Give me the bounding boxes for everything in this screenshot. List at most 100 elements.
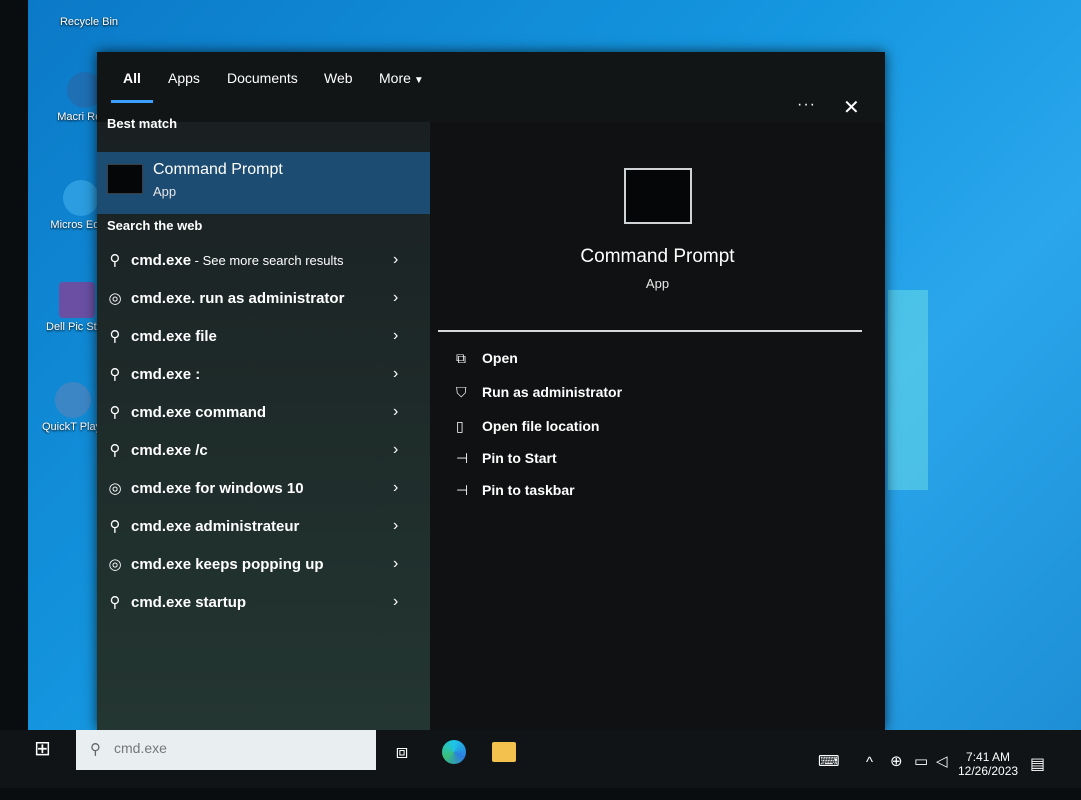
quicktime-icon: [55, 382, 91, 418]
web-result-item[interactable]: ◎ cmd.exe keeps popping up ›: [97, 548, 430, 582]
action-pin-to-taskbar[interactable]: ⊣ Pin to taskbar: [456, 482, 575, 506]
chevron-right-icon[interactable]: ›: [393, 555, 398, 573]
preview-pane: Command Prompt App ⧉ Open ⛉ Run as adminis…: [430, 122, 885, 730]
web-result-text: cmd.exe administrateur: [131, 518, 300, 535]
search-icon: ⚲: [109, 252, 121, 269]
web-result-text: cmd.exe file: [131, 328, 217, 345]
web-result-item[interactable]: ⚲ cmd.exe file ›: [97, 320, 430, 354]
search-panel: All Apps Documents Web More ▼ ··· ✕ Best …: [97, 52, 885, 730]
best-match-title: Command Prompt: [153, 161, 283, 178]
chevron-right-icon[interactable]: ›: [393, 593, 398, 611]
search-icon: ⚲: [109, 594, 121, 611]
preview-subtitle: App: [645, 276, 670, 291]
best-match-item[interactable]: Command Prompt App: [97, 152, 430, 214]
web-result-text: cmd.exe - See more search results: [131, 252, 344, 269]
windows-start-icon[interactable]: ⊞: [34, 736, 64, 766]
task-view-icon[interactable]: ⧈: [388, 738, 416, 766]
open-icon: ⧉: [456, 350, 466, 366]
chevron-right-icon[interactable]: ›: [393, 479, 398, 497]
chevron-up-icon[interactable]: ^: [866, 754, 873, 771]
volume-icon[interactable]: ◁: [936, 752, 948, 770]
search-input[interactable]: cmd.exe: [114, 740, 167, 756]
tab-all[interactable]: All: [123, 70, 141, 86]
search-icon: ⚲: [109, 404, 121, 421]
search-icon: ⚲: [109, 442, 121, 459]
web-result-text: cmd.exe /c: [131, 442, 208, 459]
best-match-subtitle: App: [153, 184, 177, 199]
search-icon: ⚲: [109, 328, 121, 345]
web-result-text: cmd.exe startup: [131, 594, 247, 611]
network-icon[interactable]: ▭: [914, 752, 928, 770]
preview-divider: [438, 330, 862, 332]
file-location-icon: ▯: [456, 418, 464, 434]
tab-more[interactable]: More ▼: [379, 70, 424, 86]
web-result-item[interactable]: ◎ cmd.exe. run as administrator ›: [97, 282, 430, 316]
action-run-as-administrator[interactable]: ⛉ Run as administrator: [456, 384, 622, 408]
search-web-header: Search the web: [107, 218, 203, 233]
search-icon: ⚲: [90, 741, 101, 758]
action-label: Pin to taskbar: [482, 482, 575, 498]
window-glow: [888, 290, 928, 490]
system-clock[interactable]: 7:41 AM 12/26/2023: [958, 750, 1018, 778]
taskbar-search-box[interactable]: ⚲ cmd.exe: [76, 730, 376, 770]
active-tab-indicator: [111, 100, 153, 103]
best-match-header: Best match: [107, 116, 178, 131]
web-result-item[interactable]: ⚲ cmd.exe command ›: [97, 396, 430, 430]
taskbar: ⊞ ⚲ cmd.exe ⧈ ⌨ ^ ⊕ ▭ ◁ 7:41 AM 12/26/20…: [0, 730, 1081, 788]
web-result-item[interactable]: ⚲ cmd.exe startup ›: [97, 586, 430, 620]
search-icon: ⚲: [109, 366, 121, 383]
web-result-text: cmd.exe. run as administrator: [131, 290, 345, 307]
command-prompt-large-icon: [624, 168, 692, 224]
ellipsis-icon[interactable]: ···: [797, 96, 816, 114]
web-result-item[interactable]: ◎ cmd.exe for windows 10 ›: [97, 472, 430, 506]
tab-web[interactable]: Web: [324, 70, 353, 86]
web-result-item[interactable]: ⚲ cmd.exe - See more search results ›: [97, 244, 430, 278]
chevron-right-icon[interactable]: ›: [393, 327, 398, 345]
pin-icon: ⊣: [456, 450, 469, 466]
web-result-item[interactable]: ⚲ cmd.exe : ›: [97, 358, 430, 392]
shield-icon: ⛉: [456, 384, 467, 400]
notification-icon[interactable]: ▤: [1030, 754, 1054, 776]
web-result-text: cmd.exe :: [131, 366, 201, 383]
desktop-icon-quicktime[interactable]: QuickT Playe: [42, 382, 104, 434]
clock-date: 12/26/2023: [958, 764, 1019, 778]
desktop-icon-label: Recycle Bin: [59, 16, 119, 28]
action-label: Open: [482, 350, 518, 366]
web-result-text: cmd.exe command: [131, 404, 267, 421]
chevron-right-icon[interactable]: ›: [393, 441, 398, 459]
command-prompt-icon: [107, 164, 143, 194]
tab-apps[interactable]: Apps: [168, 70, 200, 86]
web-result-item[interactable]: ⚲ cmd.exe administrateur ›: [97, 510, 430, 544]
edge-taskbar-icon[interactable]: [440, 738, 468, 766]
caret-down-icon: ▼: [413, 75, 424, 86]
preview-title: Command Prompt: [580, 246, 735, 267]
close-icon[interactable]: ✕: [843, 98, 860, 118]
folder-icon: [492, 742, 516, 762]
file-explorer-icon[interactable]: [490, 738, 518, 766]
tab-documents[interactable]: Documents: [227, 70, 298, 86]
action-label: Pin to Start: [482, 450, 557, 466]
pin-icon: ⊣: [456, 482, 469, 498]
web-result-text: cmd.exe for windows 10: [131, 480, 304, 497]
web-history-icon: ◎: [108, 480, 122, 497]
chevron-right-icon[interactable]: ›: [393, 365, 398, 383]
action-pin-to-start[interactable]: ⊣ Pin to Start: [456, 450, 557, 474]
chevron-right-icon[interactable]: ›: [393, 251, 398, 269]
web-result-item[interactable]: ⚲ cmd.exe /c ›: [97, 434, 430, 468]
chevron-right-icon[interactable]: ›: [393, 289, 398, 307]
action-open[interactable]: ⧉ Open: [456, 350, 518, 374]
chevron-right-icon[interactable]: ›: [393, 517, 398, 535]
desktop-icon-recycle-bin[interactable]: Recycle Bin: [58, 0, 120, 29]
web-history-icon: ◎: [108, 556, 122, 573]
web-result-text: cmd.exe keeps popping up: [131, 556, 324, 573]
meet-now-icon[interactable]: ⊕: [890, 752, 903, 770]
search-icon: ⚲: [109, 518, 121, 535]
action-open-file-location[interactable]: ▯ Open file location: [456, 418, 599, 442]
chevron-right-icon[interactable]: ›: [393, 403, 398, 421]
action-label: Open file location: [482, 418, 600, 434]
edge-icon: [63, 180, 99, 216]
dell-studio-icon: [59, 282, 95, 318]
action-label: Run as administrator: [482, 384, 623, 400]
desktop-icon-label: QuickT Playe: [42, 421, 104, 433]
keyboard-icon[interactable]: ⌨: [818, 752, 840, 770]
